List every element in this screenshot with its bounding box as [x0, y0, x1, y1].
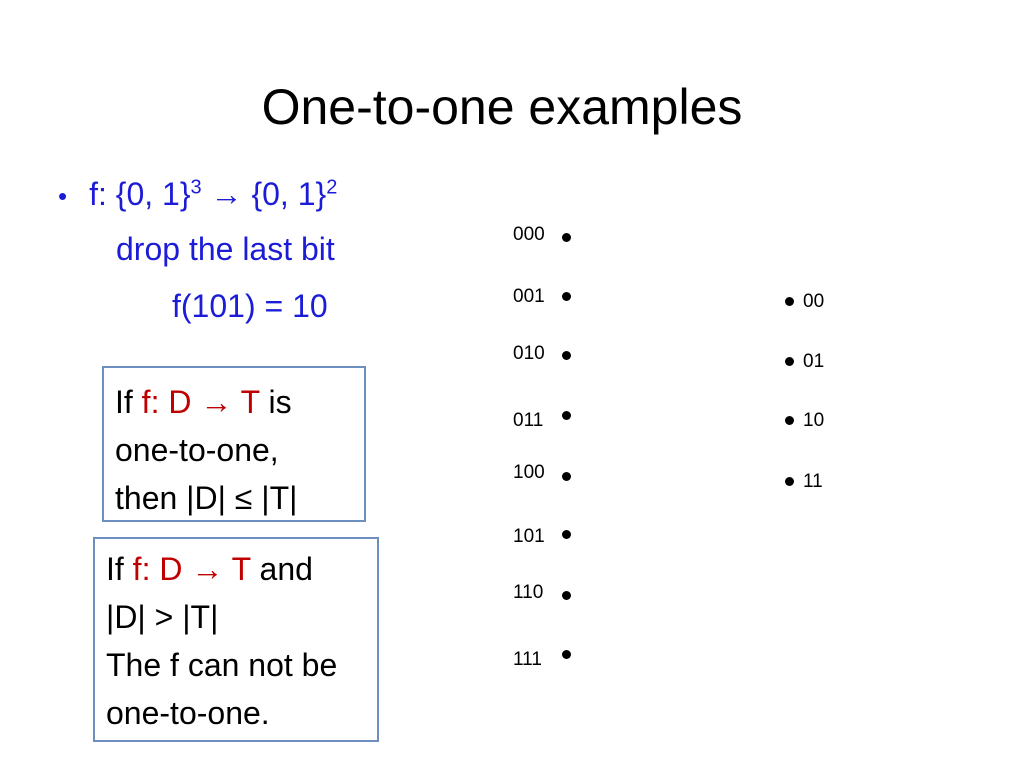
domain-label: 001	[513, 286, 545, 307]
codomain-point	[785, 357, 794, 366]
domain-label: 010	[513, 343, 545, 364]
bullet-dot-icon: •	[58, 181, 68, 211]
example: f(101) = 10	[172, 288, 328, 324]
bullet-line: • f: {0, 1}3 → {0, 1}2	[58, 176, 337, 213]
domain-label: 110	[513, 582, 544, 603]
text: and	[250, 551, 313, 587]
corollary-box: If f: D → T and |D| > |T| The f can not …	[93, 537, 379, 742]
function-codomain: → {0, 1}	[201, 176, 327, 212]
slide-title: One-to-one examples	[261, 79, 743, 135]
text: If	[106, 551, 133, 587]
domain-label: 100	[513, 462, 545, 483]
codomain-point	[785, 297, 794, 306]
exponent: 2	[326, 176, 338, 199]
domain-label: 111	[513, 649, 542, 670]
domain-label: 011	[513, 410, 544, 431]
domain-point	[562, 650, 571, 659]
exponent: 3	[190, 176, 202, 199]
domain-point	[562, 292, 571, 301]
domain-point	[562, 591, 571, 600]
domain-point	[562, 472, 571, 481]
domain-label: 000	[513, 224, 545, 245]
codomain-label: 01	[803, 351, 825, 372]
codomain-label: 00	[803, 291, 825, 312]
function-notation: f: D → T	[132, 551, 251, 587]
function-domain: f: {0, 1}	[89, 176, 191, 212]
domain-point	[562, 233, 571, 242]
domain-label: 101	[513, 526, 545, 547]
theorem-box: If f: D → T is one-to-one, then |D| ≤ |T…	[102, 366, 366, 522]
function-notation: f: D → T	[141, 384, 260, 420]
codomain-point	[785, 477, 794, 486]
text: |D| > |T|	[106, 599, 219, 635]
text: The f can not be	[106, 647, 338, 683]
domain-point	[562, 411, 571, 420]
description: drop the last bit	[116, 231, 335, 267]
text: one-to-one.	[106, 695, 270, 731]
codomain-label: 11	[803, 471, 823, 492]
domain-point	[562, 351, 571, 360]
codomain-point	[785, 416, 794, 425]
text: then |D| ≤ |T|	[115, 480, 298, 516]
domain-point	[562, 530, 571, 539]
codomain-label: 10	[803, 410, 825, 431]
text: one-to-one,	[115, 432, 279, 468]
text: If	[115, 384, 142, 420]
text: is	[259, 384, 292, 420]
